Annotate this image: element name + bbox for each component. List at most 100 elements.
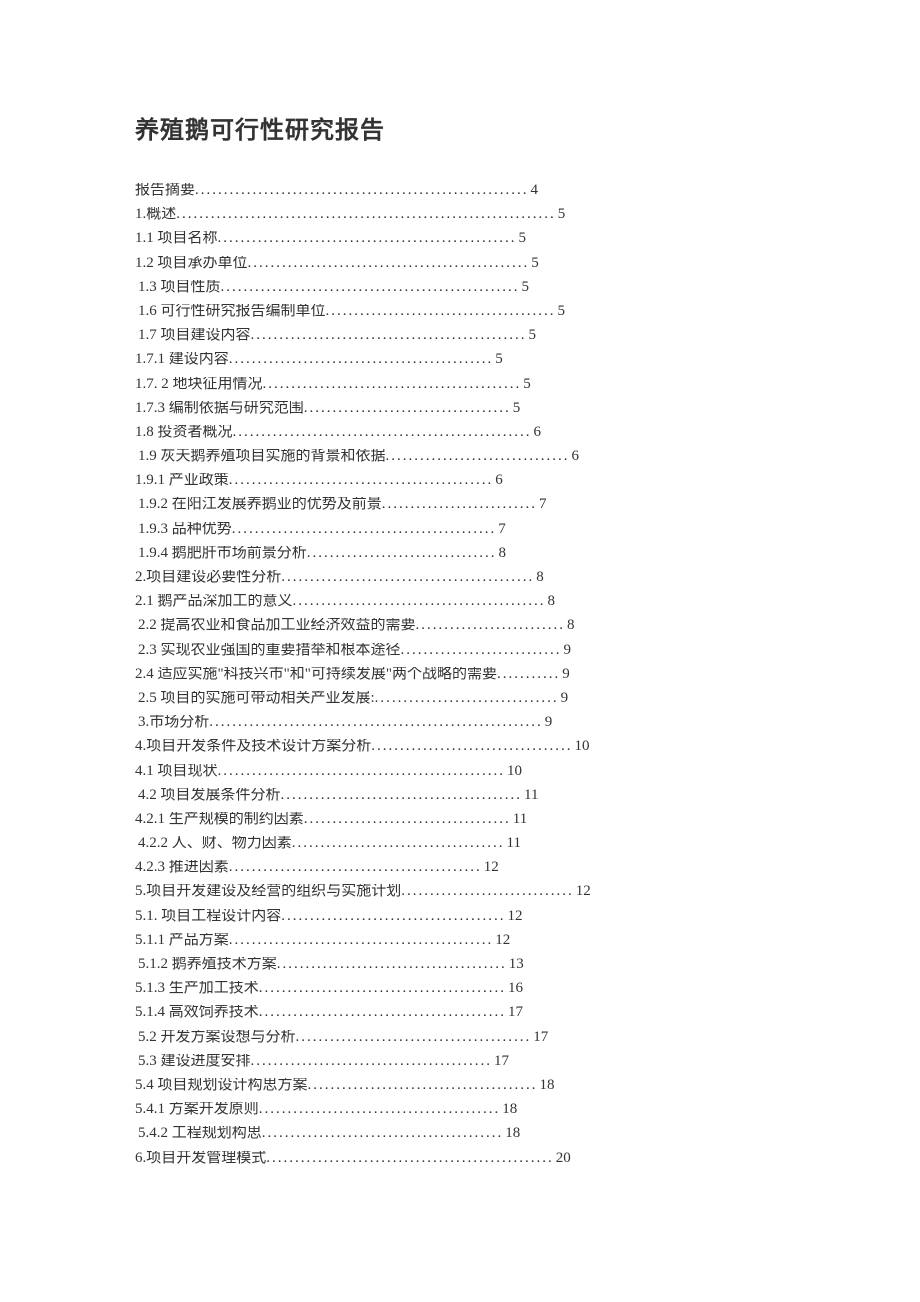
toc-entry: 4.2.1 生产规模的制约因素 ........................… <box>135 812 790 827</box>
document-title: 养殖鹅可行性研究报告 <box>135 110 790 145</box>
toc-entry-text: 1.9.1 产业政策 <box>135 473 229 488</box>
toc-entry-text: 1.6 可行性研究报告编制单位 <box>138 304 326 319</box>
toc-entry: 5.3 建设进度安排 .............................… <box>135 1054 790 1069</box>
toc-entry-text: 1.9.2 在阳江发展养鹅业的优势及前景 <box>138 497 382 512</box>
toc-entry: 1.7 项目建设内容..............................… <box>135 328 790 343</box>
toc-entry-leader: ........................................… <box>266 1151 554 1166</box>
toc-entry-page: 5 <box>520 280 530 295</box>
toc-entry-leader: ........................................… <box>221 280 520 295</box>
toc-entry-text: 1.7.3 编制依据与研究范围 <box>135 401 304 416</box>
toc-entry-page: 9 <box>560 667 570 682</box>
toc-entry: 4.1 项目现状 ...............................… <box>135 764 790 779</box>
toc-entry-text: 2.项目建设必要性分析 <box>135 570 281 585</box>
toc-entry: 1.7. 2 地块征用情况...........................… <box>135 377 790 392</box>
toc-entry-leader: ........................................… <box>229 933 494 948</box>
toc-entry: 2.4 适应实施"科技兴市"和"可持续发展"两个战略的需要...........… <box>135 667 790 682</box>
toc-entry: 4.2.3 推进因素 .............................… <box>135 860 790 875</box>
toc-entry-leader: ........................................… <box>296 1030 532 1045</box>
toc-entry-page: 6 <box>493 473 503 488</box>
toc-entry-leader: ........................................… <box>293 594 546 609</box>
toc-entry-page: 5 <box>556 207 566 222</box>
toc-entry-page: 18 <box>503 1126 520 1141</box>
toc-entry: 1.概述....................................… <box>135 207 790 222</box>
toc-entry-leader: ........................................… <box>233 425 532 440</box>
toc-entry-leader: ........................................… <box>209 715 543 730</box>
toc-entry-page: 9 <box>562 643 572 658</box>
toc-entry-leader: .......................... <box>416 618 566 633</box>
toc-entry: 5.4.1 方案开发原则 ...........................… <box>135 1102 790 1117</box>
toc-entry-text: 5.1.1 产品方案 <box>135 933 229 948</box>
toc-entry-page: 20 <box>554 1151 571 1166</box>
toc-entry-leader: ........................................… <box>176 207 556 222</box>
toc-entry-page: 10 <box>505 764 522 779</box>
toc-entry-page: 11 <box>522 788 538 803</box>
toc-entry-page: 18 <box>500 1102 517 1117</box>
toc-entry-page: 5 <box>521 377 531 392</box>
toc-entry-leader: ........................................… <box>195 183 529 198</box>
toc-entry-page: 13 <box>507 957 524 972</box>
toc-entry-page: 5 <box>493 352 503 367</box>
toc-entry-text: 1.9 灰天鹅养殖项目实施的背景和依据 <box>138 449 386 464</box>
toc-entry: 1.9.1 产业政策 .............................… <box>135 473 790 488</box>
toc-entry: 1.7.3 编制依据与研究范围 ........................… <box>135 401 790 416</box>
toc-entry-text: 1.7.1 建设内容 <box>135 352 229 367</box>
toc-entry-text: 1.8 投资者概况 <box>135 425 233 440</box>
toc-entry-leader: ........................................ <box>277 957 507 972</box>
toc-entry: 2.2 提高农业和食品加工业经济效益的需要...................… <box>135 618 790 633</box>
toc-entry-text: 1.7 项目建设内容 <box>138 328 251 343</box>
toc-entry-leader: ....................................... <box>281 909 505 924</box>
toc-entry-text: 2.4 适应实施"科技兴市"和"可持续发展"两个战略的需要 <box>135 667 497 682</box>
toc-entry: 4.2 项目发展条件分析 ...........................… <box>135 788 790 803</box>
toc-entry-text: 4.2.2 人、财、物力因素 <box>138 836 292 851</box>
toc-entry-leader: ................................ <box>386 449 570 464</box>
toc-entry: 1.2 项目承办单位..............................… <box>135 256 790 271</box>
toc-entry-text: 5.1.3 生产加工技术 <box>135 981 259 996</box>
toc-entry-leader: ................................ <box>375 691 559 706</box>
toc-entry: 6.项目开发管理模式..............................… <box>135 1151 790 1166</box>
toc-entry: 2.1 鹅产品深加工的意义...........................… <box>135 594 790 609</box>
toc-entry-page: 6 <box>570 449 580 464</box>
toc-entry-text: 5.4 项目规划设计构思方案 <box>135 1078 308 1093</box>
toc-entry-leader: ........................................… <box>259 981 506 996</box>
toc-entry: 2.3 实现农业强国的重要措举和根本途径....................… <box>135 643 790 658</box>
toc-entry-page: 9 <box>559 691 569 706</box>
toc-entry-leader: ........................................… <box>251 1054 493 1069</box>
toc-entry: 1.6 可行性研究报告编制单位.........................… <box>135 304 790 319</box>
toc-entry-page: 17 <box>531 1030 548 1045</box>
toc-entry-leader: .................................... <box>304 401 511 416</box>
toc-entry-leader: ........................................… <box>229 352 494 367</box>
toc-entry-leader: ........................................… <box>281 788 523 803</box>
toc-entry-text: 4.2.3 推进因素 <box>135 860 229 875</box>
toc-entry-page: 12 <box>493 933 510 948</box>
toc-entry-leader: ........................................… <box>259 1005 506 1020</box>
toc-entry-text: 5.4.2 工程规划构思 <box>138 1126 262 1141</box>
toc-entry-page: 10 <box>573 739 590 754</box>
toc-entry-page: 9 <box>543 715 553 730</box>
toc-entry-leader: ........................................ <box>308 1078 538 1093</box>
toc-entry-page: 16 <box>506 981 523 996</box>
toc-entry: 5.1. 项目工程设计内容 ..........................… <box>135 909 790 924</box>
toc-entry-page: 11 <box>511 812 527 827</box>
toc-entry-text: 1.1 项目名称 <box>135 231 218 246</box>
toc-entry-text: 6.项目开发管理模式 <box>135 1151 266 1166</box>
toc-entry: 4.项目开发条件及技术设计方案分析.......................… <box>135 739 790 754</box>
toc-entry: 1.3 项目性质................................… <box>135 280 790 295</box>
toc-entry-text: 2.2 提高农业和食品加工业经济效益的需要 <box>138 618 416 633</box>
toc-entry: 1.7.1 建设内容 .............................… <box>135 352 790 367</box>
toc-entry-text: 1.3 项目性质 <box>138 280 221 295</box>
toc-entry: 5.2 开发方案设想与分析 ..........................… <box>135 1030 790 1045</box>
toc-entry-text: 1.概述 <box>135 207 176 222</box>
toc-entry: 4.2.2 人、财、物力因素 .........................… <box>135 836 790 851</box>
toc-entry-text: 4.项目开发条件及技术设计方案分析 <box>135 739 371 754</box>
table-of-contents: 报告摘要....................................… <box>135 183 790 1166</box>
toc-entry-page: 12 <box>506 909 523 924</box>
toc-entry-text: 4.1 项目现状 <box>135 764 218 779</box>
toc-entry-page: 18 <box>538 1078 555 1093</box>
toc-entry: 5.1.1 产品方案 .............................… <box>135 933 790 948</box>
toc-entry-page: 12 <box>482 860 499 875</box>
toc-entry-leader: ..................................... <box>292 836 505 851</box>
toc-entry-leader: ................................. <box>307 546 497 561</box>
toc-entry-page: 4 <box>529 183 539 198</box>
toc-entry-page: 8 <box>497 546 507 561</box>
toc-entry-page: 8 <box>534 570 544 585</box>
